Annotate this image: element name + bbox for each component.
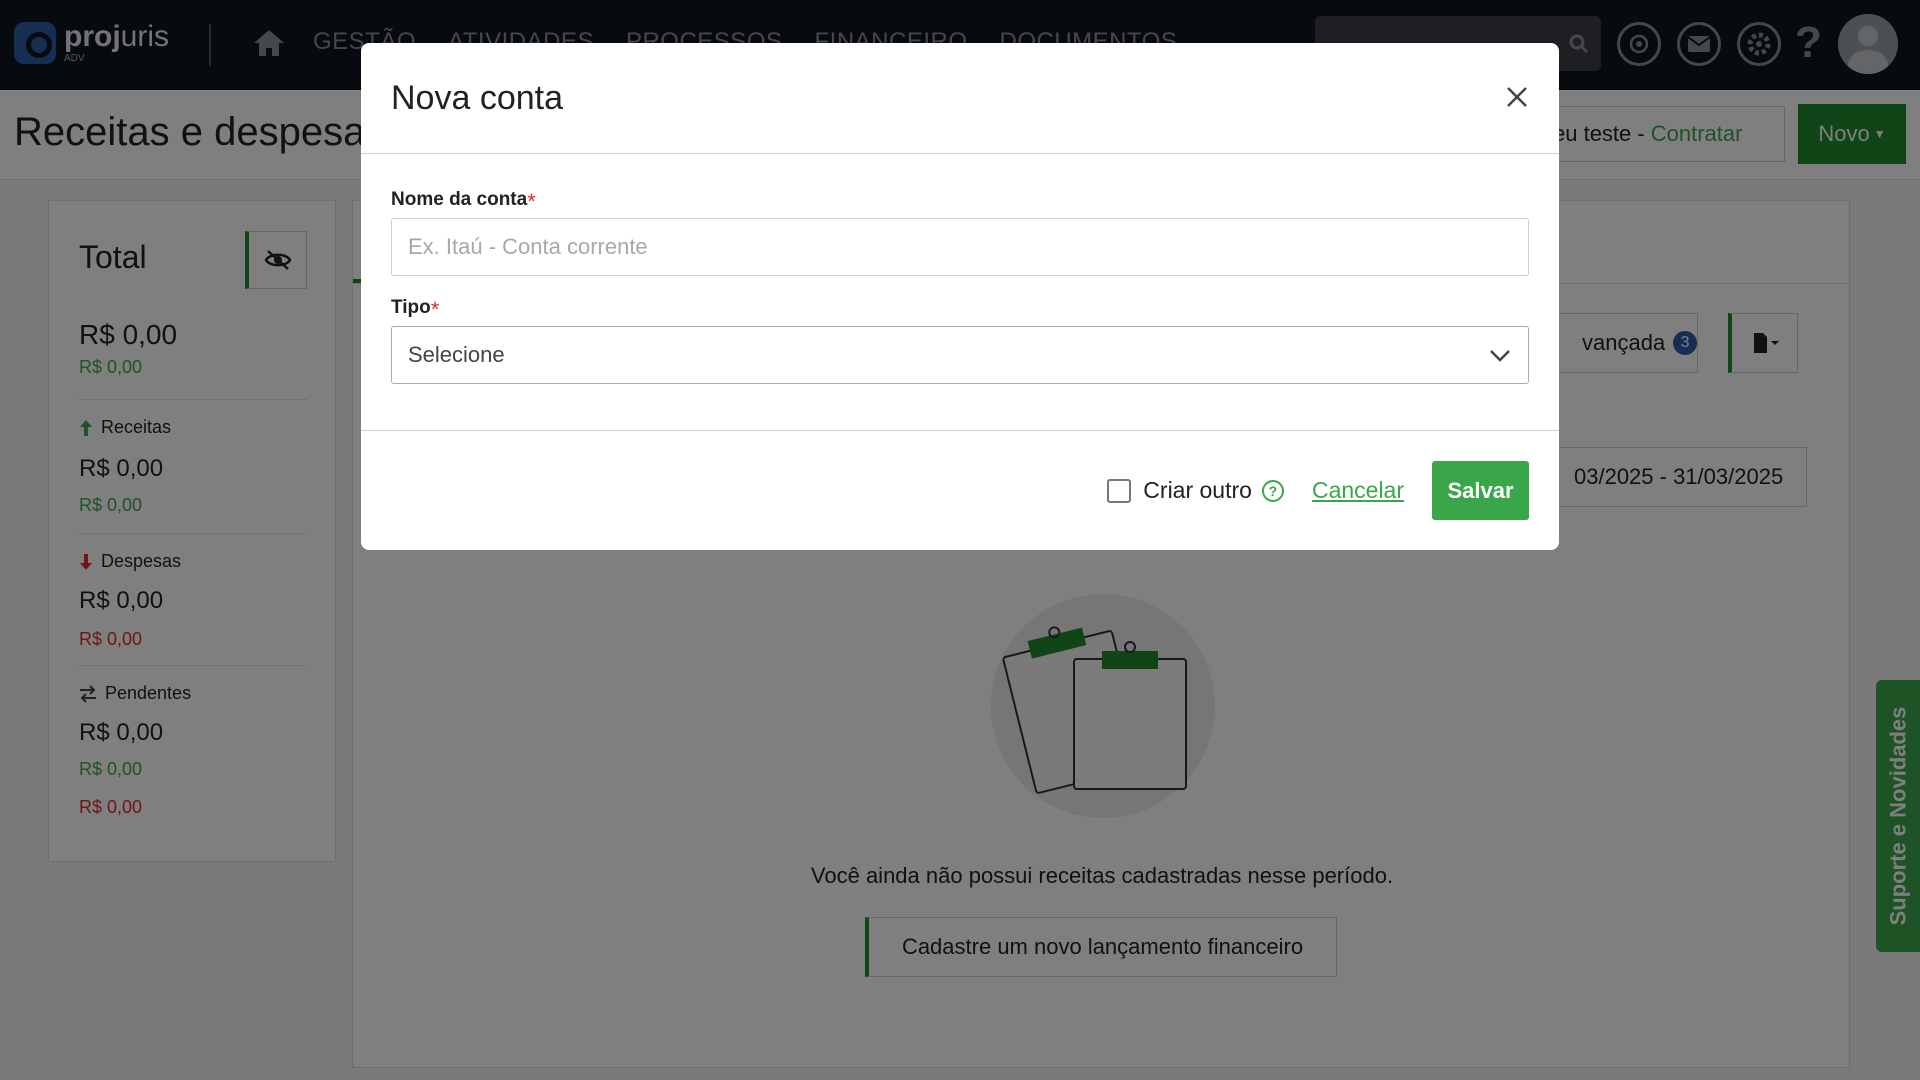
account-name-input[interactable] bbox=[391, 218, 1529, 276]
create-another-checkbox[interactable] bbox=[1107, 478, 1132, 503]
close-icon[interactable] bbox=[1501, 81, 1533, 113]
required-mark: * bbox=[527, 189, 536, 214]
modal-footer: Criar outro ? Cancelar Salvar bbox=[1107, 461, 1529, 520]
modal-footer-divider bbox=[361, 430, 1559, 431]
question-circle-icon[interactable]: ? bbox=[1261, 479, 1284, 502]
account-type-value: Selecione bbox=[408, 342, 505, 367]
account-type-label: Tipo* bbox=[391, 297, 440, 322]
account-name-label: Nome da conta* bbox=[391, 189, 536, 214]
account-type-select[interactable]: Selecione bbox=[391, 326, 1529, 384]
required-mark: * bbox=[430, 297, 440, 322]
cancel-button[interactable]: Cancelar bbox=[1312, 477, 1404, 504]
chevron-down-icon bbox=[1490, 350, 1510, 362]
save-button[interactable]: Salvar bbox=[1432, 461, 1529, 520]
modal-title: Nova conta bbox=[391, 79, 563, 117]
create-another-label[interactable]: Criar outro bbox=[1143, 477, 1252, 504]
modal-header-divider bbox=[361, 153, 1559, 154]
nova-conta-modal: Nova conta Nome da conta* Tipo* Selecion… bbox=[361, 43, 1559, 550]
